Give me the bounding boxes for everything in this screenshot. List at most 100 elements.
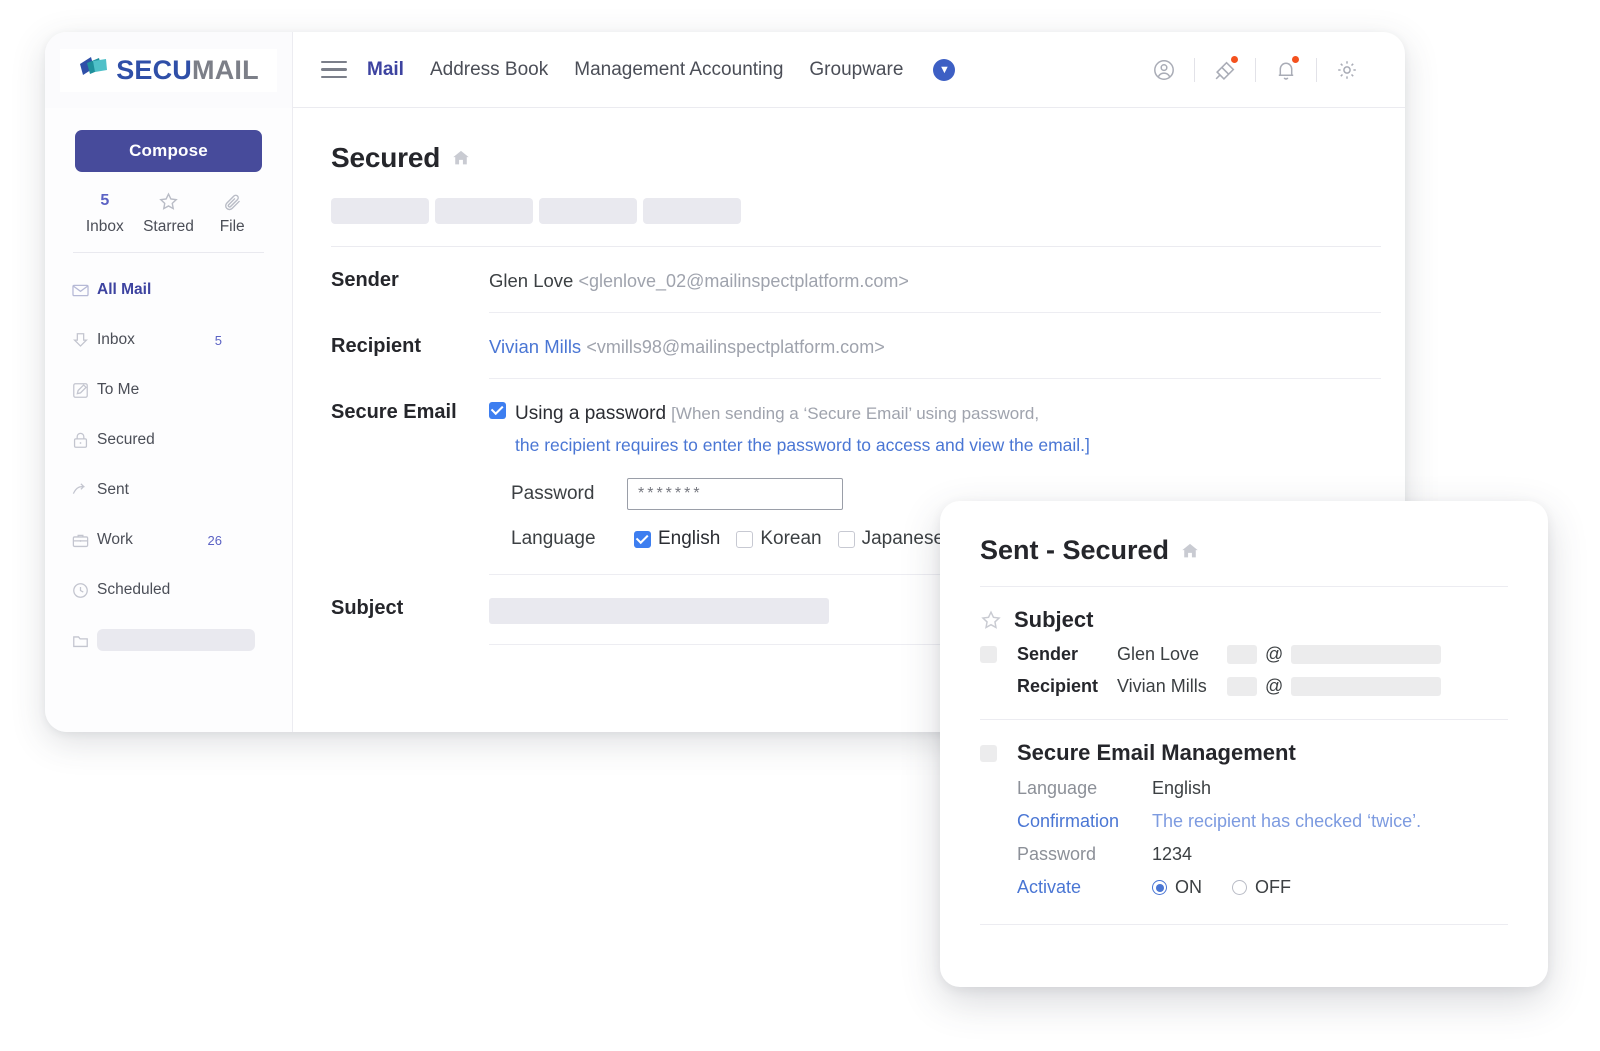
pencil-square-icon xyxy=(71,381,97,400)
app-logo[interactable]: SECUMAIL xyxy=(60,48,277,92)
chip-placeholder[interactable] xyxy=(643,198,741,224)
mail-send-icon[interactable] xyxy=(1201,50,1249,90)
sidebar-item-to-me[interactable]: To Me xyxy=(45,365,292,415)
quick-label-inbox: Inbox xyxy=(85,218,124,235)
recipient-local-placeholder xyxy=(1227,677,1257,696)
sidebar-item-count: 5 xyxy=(214,332,222,348)
sidebar-item-count: 26 xyxy=(207,532,222,548)
quick-item-starred[interactable]: Starred xyxy=(137,188,201,236)
tab-groupware[interactable]: Groupware xyxy=(809,59,903,81)
overlay-sender-row: Sender Glen Love @ xyxy=(980,644,1508,665)
overlay-confirmation-label[interactable]: Confirmation xyxy=(1017,811,1152,832)
sidebar-item-work[interactable]: Work 26 xyxy=(45,515,292,565)
sidebar-item-scheduled[interactable]: Scheduled xyxy=(45,565,292,615)
sidebar-item-all-mail[interactable]: All Mail xyxy=(45,265,292,315)
chip-placeholder[interactable] xyxy=(331,198,429,224)
sidebar-item-secured[interactable]: Secured xyxy=(45,415,292,465)
compose-button[interactable]: Compose xyxy=(75,130,262,172)
overlay-language-row: Language English xyxy=(980,778,1508,799)
overlay-subject-label: Subject xyxy=(1014,607,1094,632)
overlay-recipient-name: Vivian Mills xyxy=(1117,676,1207,696)
language-option-english[interactable]: English xyxy=(634,528,720,550)
secure-email-label: Secure Email xyxy=(331,401,457,423)
tab-address-book[interactable]: Address Book xyxy=(430,59,548,81)
activate-off-option[interactable]: OFF xyxy=(1232,877,1291,898)
overlay-recipient-row: Recipient Vivian Mills @ xyxy=(980,676,1508,697)
page-header: Secured xyxy=(331,142,1405,174)
recipient-name[interactable]: Vivian Mills xyxy=(489,336,581,357)
password-input[interactable] xyxy=(627,478,843,510)
language-option-japanese[interactable]: Japanese xyxy=(837,528,945,550)
home-icon[interactable] xyxy=(1179,540,1201,562)
language-option-label: Japanese xyxy=(861,528,945,549)
folder-name-placeholder xyxy=(97,629,255,651)
overlay-password-row: Password 1234 xyxy=(980,844,1508,865)
sender-checkbox-placeholder[interactable] xyxy=(980,646,997,663)
overlay-sender-name: Glen Love xyxy=(1117,644,1200,664)
english-checkbox[interactable] xyxy=(634,530,651,548)
chip-placeholder[interactable] xyxy=(539,198,637,224)
chip-placeholder[interactable] xyxy=(435,198,533,224)
sidebar-item-label: Sent xyxy=(97,481,129,498)
section-checkbox-placeholder[interactable] xyxy=(980,744,997,762)
activate-on-option[interactable]: ON xyxy=(1152,877,1202,898)
overlay-password-label: Password xyxy=(1017,844,1097,864)
using-password-label: Using a password xyxy=(515,403,667,424)
quick-item-file[interactable]: File xyxy=(200,188,264,236)
quick-access-row: 5 Inbox Starred File xyxy=(45,172,292,236)
activate-off-radio[interactable] xyxy=(1232,880,1247,895)
envelope-icon xyxy=(71,281,97,300)
secure-email-row: Secure Email Using a password [When send… xyxy=(331,379,1405,456)
inbox-arrow-down-icon xyxy=(71,331,97,350)
tab-mail[interactable]: Mail xyxy=(367,59,404,81)
overlay-activate-label[interactable]: Activate xyxy=(1017,877,1152,898)
star-icon[interactable] xyxy=(980,609,1002,631)
language-option-label: English xyxy=(658,528,721,549)
home-icon[interactable] xyxy=(450,147,472,169)
notification-badge xyxy=(1291,54,1300,64)
activate-on-label: ON xyxy=(1175,877,1202,897)
sidebar-item-inbox[interactable]: Inbox 5 xyxy=(45,315,292,365)
activate-on-radio[interactable] xyxy=(1152,880,1167,895)
overlay-bottom-divider xyxy=(980,924,1508,925)
topbar-divider xyxy=(1194,57,1195,82)
sidebar-item-folder-placeholder[interactable] xyxy=(45,615,292,665)
sidebar-item-label: To Me xyxy=(97,381,140,398)
chevron-down-icon[interactable]: ▼ xyxy=(933,58,956,81)
overlay-header: Sent - Secured xyxy=(980,535,1508,566)
quick-item-inbox[interactable]: 5 Inbox xyxy=(73,188,137,236)
japanese-checkbox[interactable] xyxy=(837,530,855,548)
activate-off-label: OFF xyxy=(1255,877,1291,897)
sent-secured-detail-panel: Sent - Secured Subject Sender Glen Love … xyxy=(940,501,1548,987)
sender-email: <glenlove_02@mailinspectplatform.com> xyxy=(578,271,909,291)
top-navigation-bar: Mail Address Book Management Accounting … xyxy=(293,32,1405,108)
sidebar-item-sent[interactable]: Sent xyxy=(45,465,292,515)
activate-radio-group: ON OFF xyxy=(1152,877,1291,898)
korean-checkbox[interactable] xyxy=(736,530,754,548)
subject-input-placeholder[interactable] xyxy=(489,598,829,624)
overlay-language-value: English xyxy=(1152,778,1212,798)
sender-name: Glen Love xyxy=(489,270,574,291)
sender-row: Sender Glen Love <glenlove_02@mailinspec… xyxy=(331,247,1405,292)
password-label: Password xyxy=(511,483,595,504)
quick-label-starred: Starred xyxy=(143,218,194,235)
quick-label-file: File xyxy=(219,218,245,235)
tab-management-accounting[interactable]: Management Accounting xyxy=(574,59,783,81)
language-label: Language xyxy=(511,528,596,549)
sidebar-item-label: Inbox xyxy=(97,331,135,348)
sender-label: Sender xyxy=(331,269,399,291)
account-circle-icon[interactable] xyxy=(1140,50,1188,90)
sidebar: SECUMAIL Compose 5 Inbox Starred File Al… xyxy=(45,32,293,732)
language-option-korean[interactable]: Korean xyxy=(736,528,822,550)
logo-text-secondary: MAIL xyxy=(192,54,259,85)
star-icon xyxy=(137,188,201,214)
gear-icon[interactable] xyxy=(1323,50,1371,90)
hamburger-icon[interactable] xyxy=(321,57,347,83)
overlay-divider xyxy=(980,586,1508,587)
bell-icon[interactable] xyxy=(1262,50,1310,90)
subject-label: Subject xyxy=(331,597,404,619)
using-password-checkbox[interactable] xyxy=(489,402,506,419)
recipient-domain-placeholder xyxy=(1291,677,1442,696)
overlay-section-divider xyxy=(980,719,1508,720)
sidebar-item-label: All Mail xyxy=(97,281,152,298)
